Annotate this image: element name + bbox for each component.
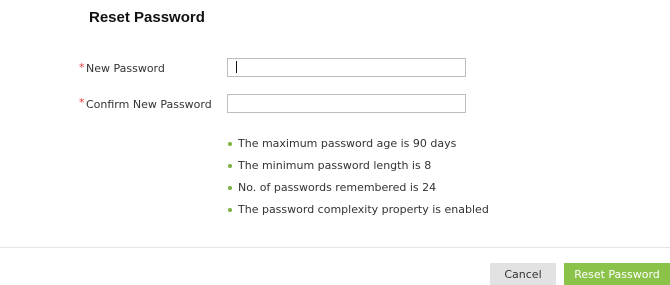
bullet-icon bbox=[228, 186, 232, 190]
page-title: Reset Password bbox=[89, 9, 205, 26]
bullet-icon bbox=[228, 142, 232, 146]
password-policy-list: The maximum password age is 90 days The … bbox=[228, 136, 489, 224]
bullet-icon bbox=[228, 208, 232, 212]
policy-rule-text: The password complexity property is enab… bbox=[238, 203, 489, 216]
policy-rule: No. of passwords remembered is 24 bbox=[228, 180, 489, 202]
required-marker: * bbox=[79, 61, 85, 74]
policy-rule-text: The minimum password length is 8 bbox=[238, 159, 432, 172]
new-password-label: New Password bbox=[86, 62, 165, 75]
bullet-icon bbox=[228, 164, 232, 168]
policy-rule: The password complexity property is enab… bbox=[228, 202, 489, 224]
confirm-password-input[interactable] bbox=[227, 94, 466, 113]
confirm-password-label: Confirm New Password bbox=[86, 98, 212, 111]
cancel-button[interactable]: Cancel bbox=[490, 263, 556, 285]
reset-password-button[interactable]: Reset Password bbox=[564, 263, 670, 285]
policy-rule-text: The maximum password age is 90 days bbox=[238, 137, 457, 150]
text-caret bbox=[236, 61, 237, 73]
policy-rule: The maximum password age is 90 days bbox=[228, 136, 489, 158]
required-marker: * bbox=[79, 96, 85, 109]
policy-rule-text: No. of passwords remembered is 24 bbox=[238, 181, 437, 194]
new-password-input[interactable] bbox=[227, 58, 466, 77]
policy-rule: The minimum password length is 8 bbox=[228, 158, 489, 180]
footer-divider bbox=[0, 247, 670, 248]
